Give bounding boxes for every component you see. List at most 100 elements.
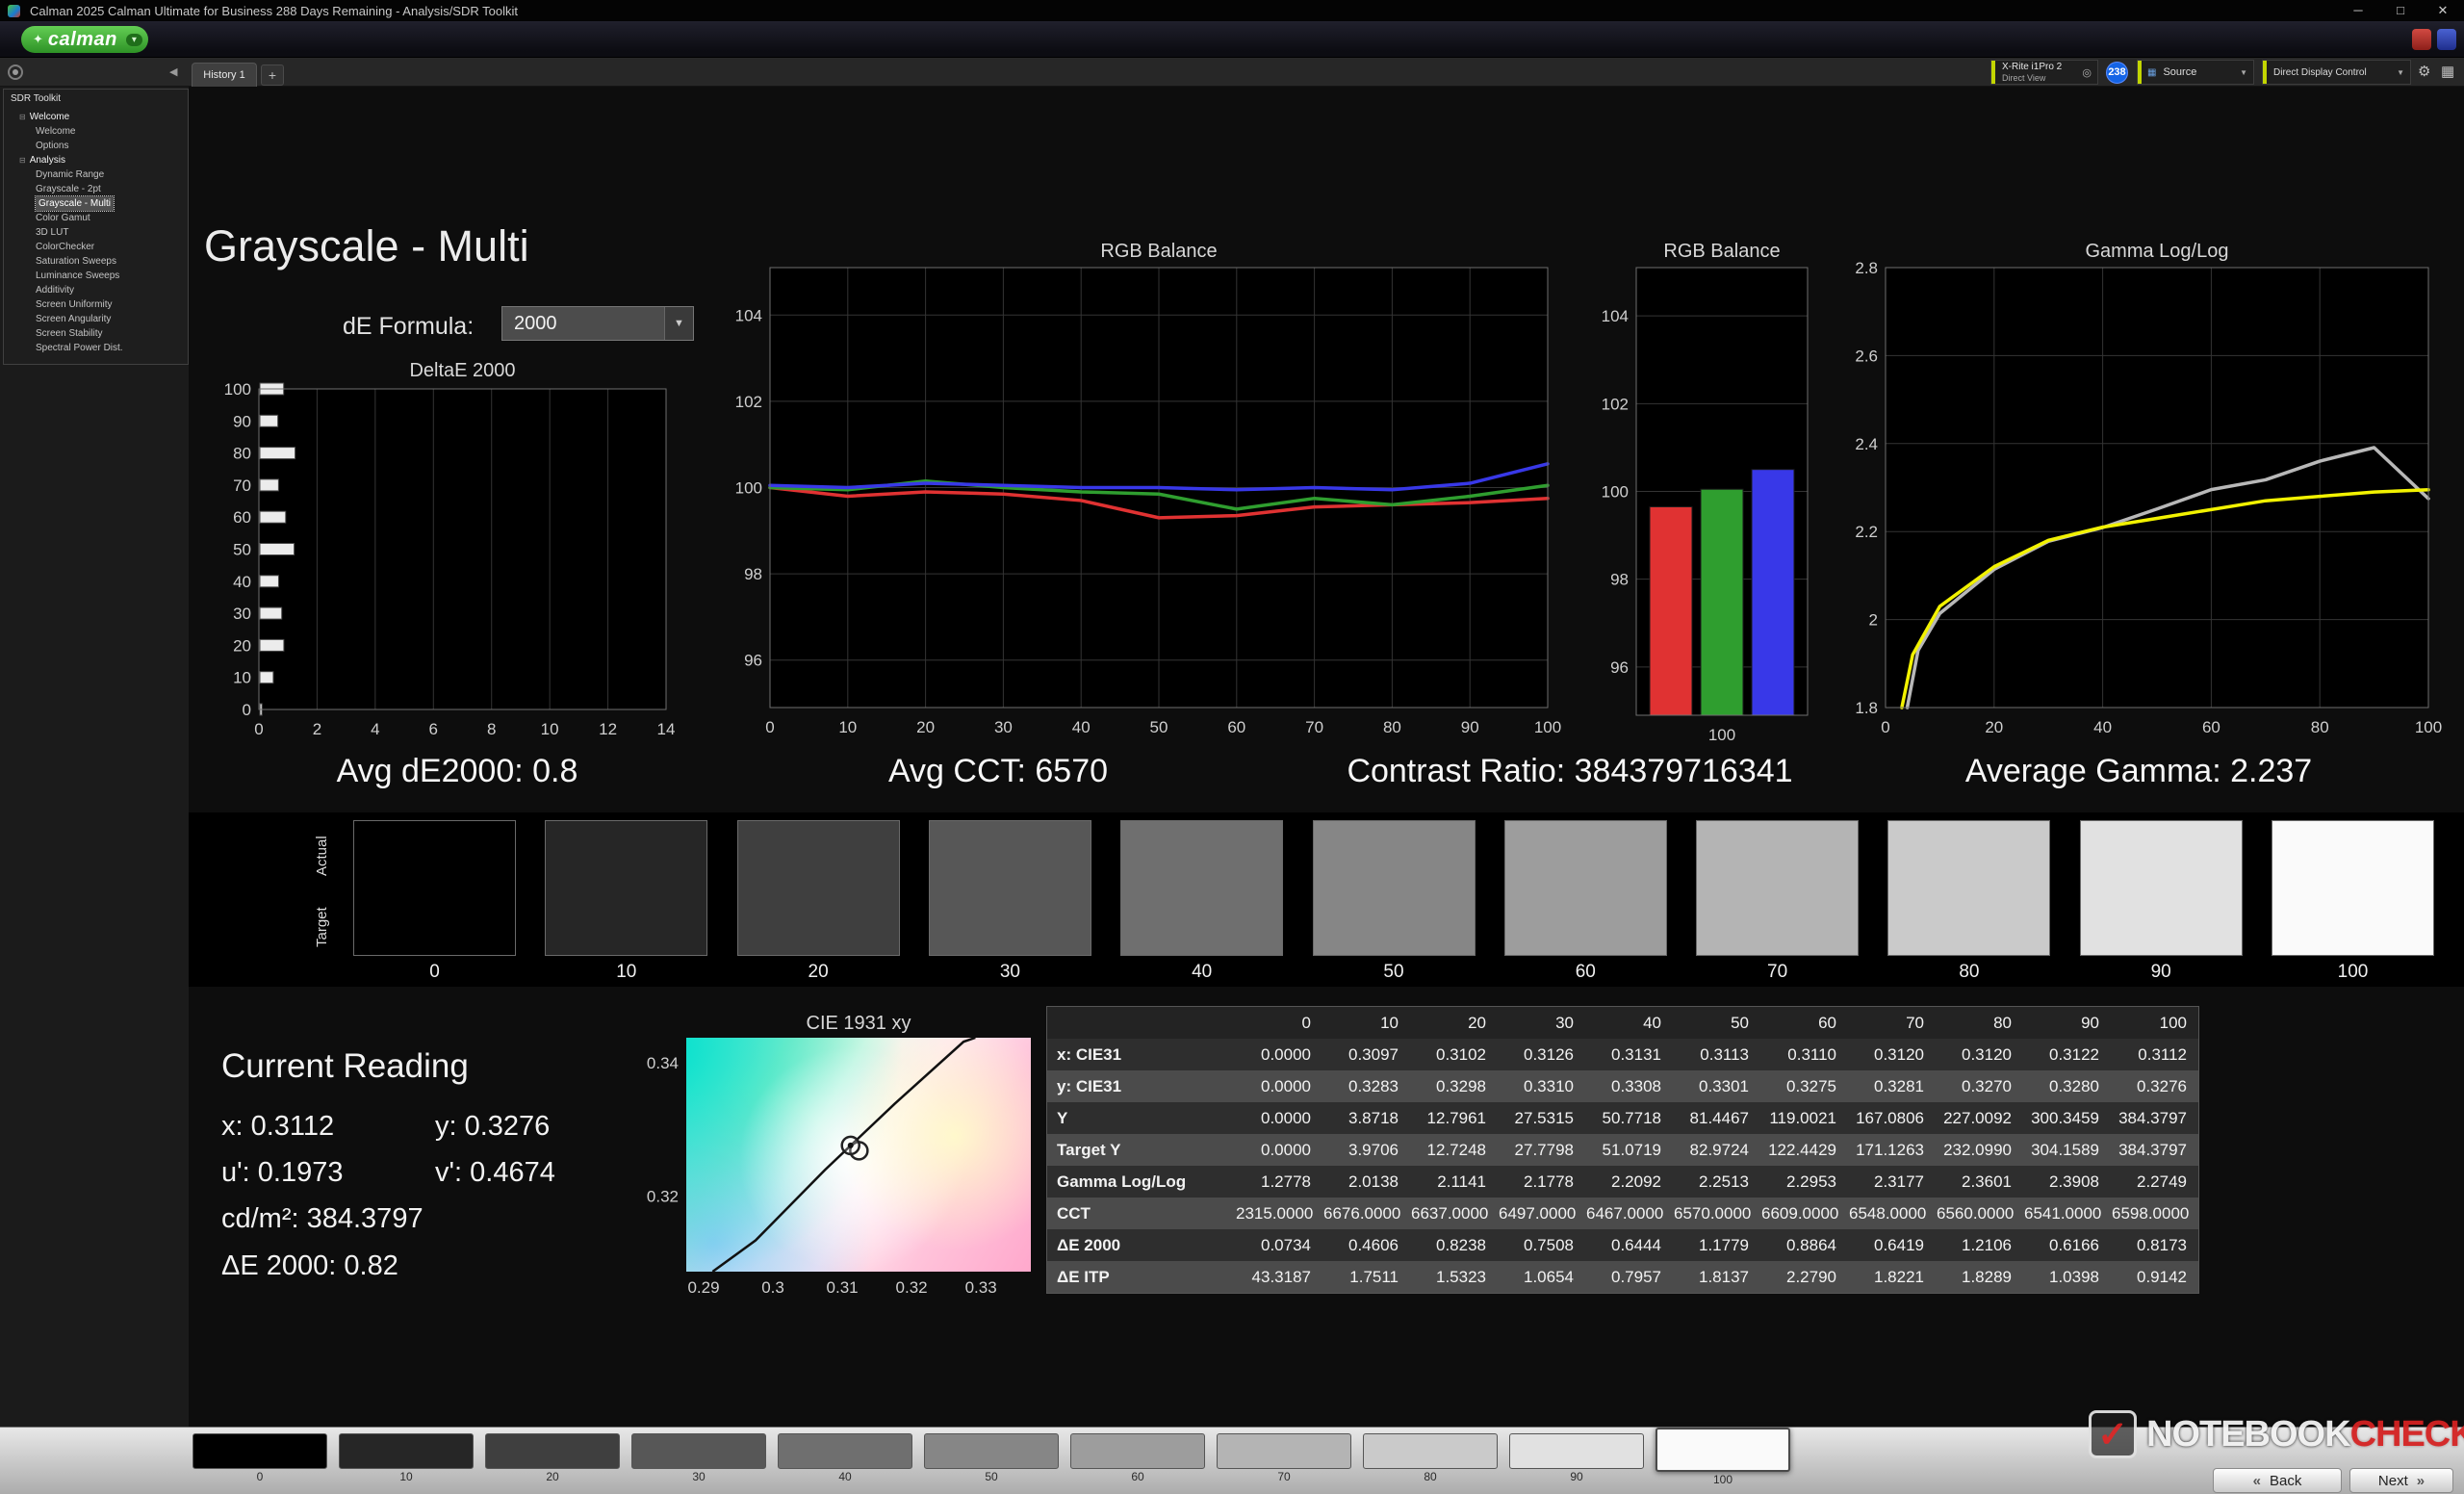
add-tab-button[interactable]: + [261,64,284,86]
table-cell: 0.3283 [1323,1070,1411,1102]
sidebar-item-options[interactable]: Options [4,139,188,153]
reading-y: y: 0.3276 [435,1111,550,1143]
sidebar-group-analysis[interactable]: ⊟Analysis [4,153,188,167]
display-control-dropdown[interactable]: Direct Display Control ▼ [2262,60,2411,85]
table-cell: 1.8137 [1674,1261,1761,1293]
table-header-cell: 100 [2112,1007,2199,1039]
bottom-patch-button-60[interactable]: 60 [1070,1433,1205,1483]
settings-gear-icon[interactable]: ⚙ [2418,63,2430,80]
sidebar-item-spectral-power-dist[interactable]: Spectral Power Dist. [4,341,188,355]
meter-button[interactable]: X-Rite i1Pro 2 Direct View ◎ [1990,60,2098,85]
patch-level-label: 0 [353,962,516,983]
calman-menu-button[interactable]: ✦ calman ▾ [21,26,148,53]
window-title: Calman 2025 Calman Ultimate for Business… [30,4,518,18]
svg-text:50: 50 [1150,718,1168,736]
bottom-patch-button-100[interactable]: 100 [1656,1433,1790,1486]
workspace-grid-icon[interactable]: ▦ [2441,63,2454,80]
bottom-patch-button-70[interactable]: 70 [1217,1433,1351,1483]
close-button[interactable]: ✕ [2422,0,2464,21]
sidebar-item-saturation-sweeps[interactable]: Saturation Sweeps [4,254,188,269]
table-cell: 0.8238 [1411,1229,1499,1261]
minimize-button[interactable]: ─ [2337,0,2379,21]
logo-bar: ✦ calman ▾ [0,21,2464,58]
actual-row-label: Actual [314,822,330,889]
table-cell: 27.7798 [1499,1134,1586,1166]
accent-blue-badge [2437,29,2456,50]
svg-text:40: 40 [233,573,251,591]
sidebar-collapse-button[interactable]: ◀ [169,65,177,78]
tree-expander-icon[interactable]: ⊟ [19,110,26,124]
title-bar: Calman 2025 Calman Ultimate for Business… [0,0,2464,21]
table-header-cell: 30 [1499,1007,1586,1039]
sidebar-item-dynamic-range[interactable]: Dynamic Range [4,167,188,182]
tree-expander-icon[interactable]: ⊟ [19,153,26,167]
table-cell: 2.1778 [1499,1166,1586,1198]
sidebar-item-grayscale-2pt[interactable]: Grayscale - 2pt [4,182,188,196]
target-row-label: Target [314,893,330,961]
back-button[interactable]: « Back [2213,1468,2342,1493]
bottom-patch-button-90[interactable]: 90 [1509,1433,1644,1483]
table-cell: 43.3187 [1236,1261,1323,1293]
svg-text:100: 100 [735,479,762,498]
next-button[interactable]: Next » [2349,1468,2453,1493]
svg-text:60: 60 [2202,718,2220,736]
notebookcheck-wordmark: NOTEBOOKCHECK [2146,1414,2464,1455]
next-arrows-icon: » [2417,1473,2425,1489]
table-cell: 0.3308 [1586,1070,1674,1102]
svg-text:104: 104 [1602,307,1629,325]
table-header-cell: 50 [1674,1007,1761,1039]
de-formula-dropdown[interactable]: 2000 ▼ [501,306,694,341]
table-header-cell: 60 [1761,1007,1849,1039]
panel-toggle-icon[interactable] [8,64,23,80]
grayscale-patch-10 [545,820,707,956]
meter-count-badge[interactable]: 238 [2106,62,2128,84]
bottom-patch-button-30[interactable]: 30 [631,1433,766,1483]
svg-text:98: 98 [744,565,762,583]
bottom-patch-button-40[interactable]: 40 [778,1433,912,1483]
tab-history-1[interactable]: History 1 [192,63,257,87]
table-cell: 0.3270 [1937,1070,2024,1102]
table-cell: 51.0719 [1586,1134,1674,1166]
sidebar-item-color-gamut[interactable]: Color Gamut [4,211,188,225]
sidebar-item-screen-angularity[interactable]: Screen Angularity [4,312,188,326]
sidebar-item-colorchecker[interactable]: ColorChecker [4,240,188,254]
svg-text:70: 70 [1305,718,1323,736]
table-row-y: Y0.00003.871812.796127.531550.771881.446… [1047,1102,2198,1134]
svg-text:0: 0 [765,718,774,736]
sidebar-item-additivity[interactable]: Additivity [4,283,188,297]
next-label: Next [2378,1473,2408,1489]
bottom-patch-button-0[interactable]: 0 [192,1433,327,1483]
back-label: Back [2270,1473,2301,1489]
bottom-patch-button-20[interactable]: 20 [485,1433,620,1483]
sidebar-item-welcome[interactable]: Welcome [4,124,188,139]
sidebar-title: SDR Toolkit [4,90,188,110]
sidebar-item-luminance-sweeps[interactable]: Luminance Sweeps [4,269,188,283]
table-cell: 0.7957 [1586,1261,1674,1293]
bottom-patch-button-50[interactable]: 50 [924,1433,1059,1483]
grayscale-patch-20 [737,820,900,956]
sidebar-item-3d-lut[interactable]: 3D LUT [4,225,188,240]
patch-level-label: 20 [737,962,900,983]
sidebar-item-screen-stability[interactable]: Screen Stability [4,326,188,341]
calman-diamond-icon: ✦ [33,32,43,47]
svg-text:20: 20 [916,718,935,736]
sidebar-item-screen-uniformity[interactable]: Screen Uniformity [4,297,188,312]
table-cell: 384.3797 [2112,1134,2199,1166]
table-cell: 0.3280 [2024,1070,2112,1102]
bottom-patch-button-10[interactable]: 10 [339,1433,474,1483]
table-cell: 27.5315 [1499,1102,1586,1134]
bottom-patch-swatch [485,1433,620,1469]
sidebar-item-grayscale-multi[interactable]: Grayscale - Multi [4,196,188,211]
patch-level-label: 90 [2080,962,2243,983]
sidebar-item-label: Screen Angularity [36,312,111,326]
table-cell: 3.8718 [1323,1102,1411,1134]
source-dropdown[interactable]: ▦ Source ▼ [2137,60,2254,85]
sidebar-item-label: Additivity [36,283,74,297]
grayscale-patch-50 [1313,820,1476,956]
bottom-patch-swatch [1217,1433,1351,1469]
bottom-patch-button-80[interactable]: 80 [1363,1433,1498,1483]
sidebar-group-welcome[interactable]: ⊟Welcome [4,110,188,124]
maximize-button[interactable]: □ [2379,0,2422,21]
stat-avg-cct: Avg CCT: 6570 [760,753,1236,793]
table-cell: 0.3113 [1674,1039,1761,1070]
